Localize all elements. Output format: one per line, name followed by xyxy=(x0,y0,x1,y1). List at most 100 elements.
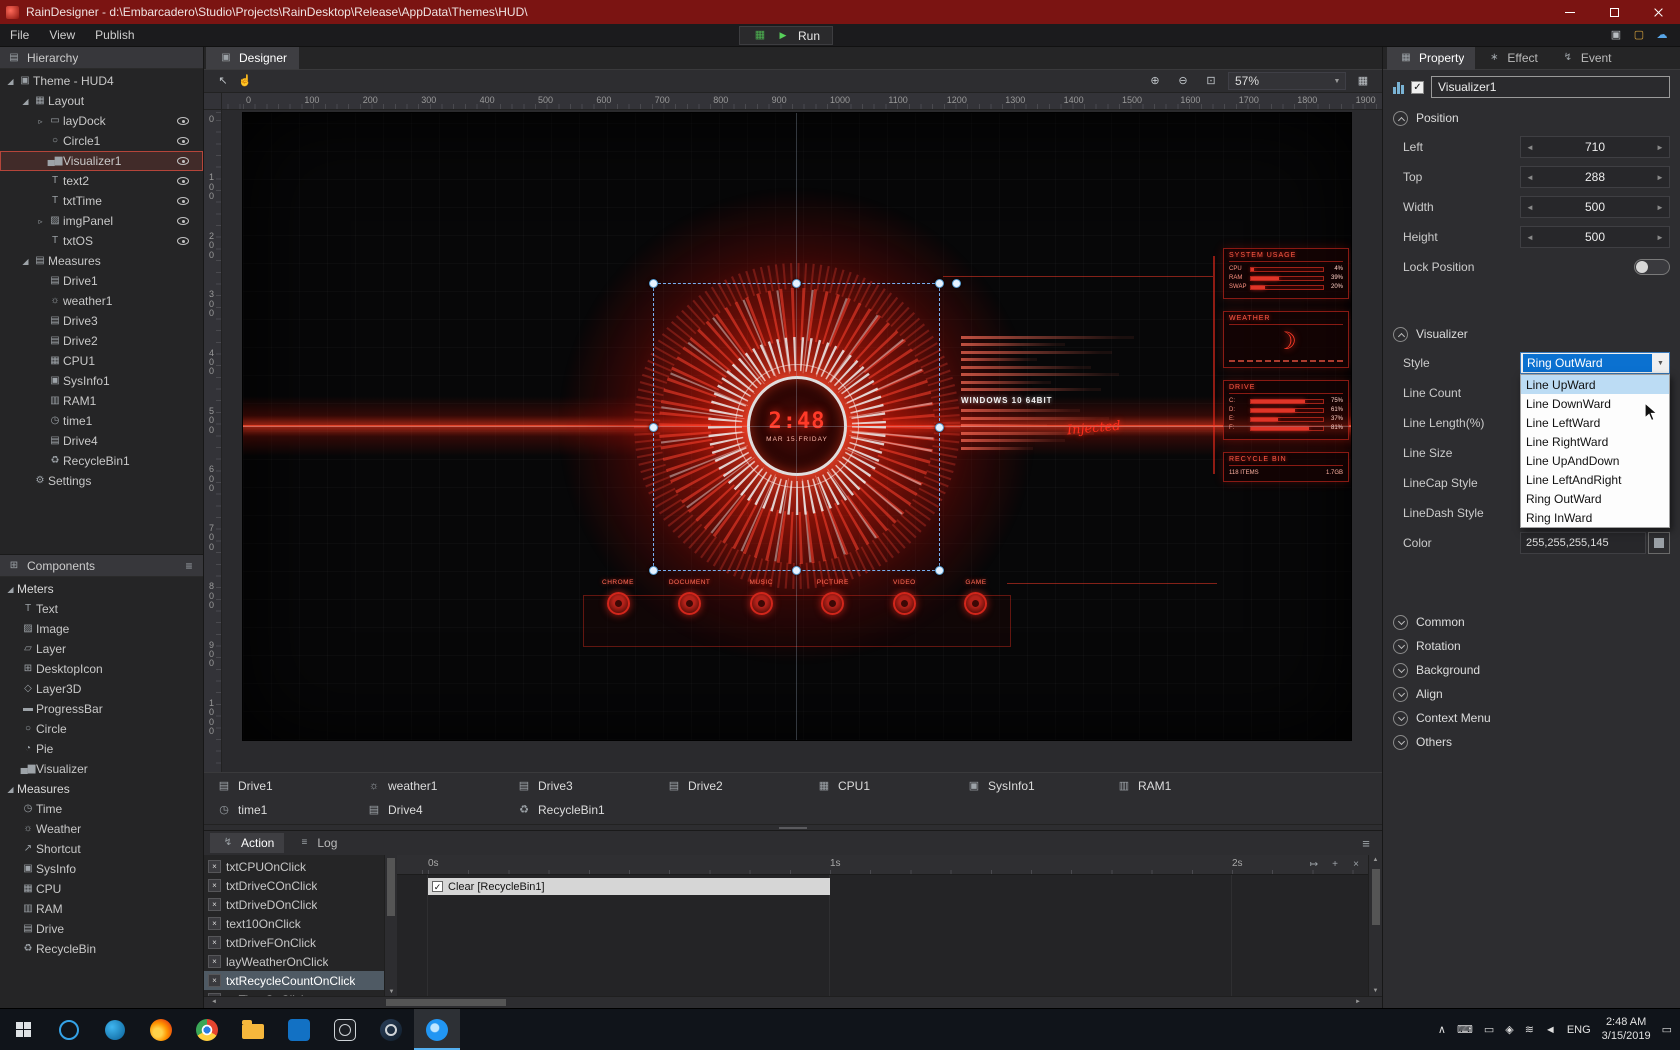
measure-chip-weather1[interactable]: ☼weather1 xyxy=(366,779,516,793)
eye-icon[interactable] xyxy=(177,117,189,125)
style-option-line-leftward[interactable]: Line LeftWard xyxy=(1521,413,1669,432)
section-others[interactable]: Others xyxy=(1383,730,1680,754)
eye-icon[interactable] xyxy=(177,137,189,145)
grid-toggle-icon[interactable]: ▦ xyxy=(1352,76,1374,87)
action-menu-icon[interactable]: ≡ xyxy=(1358,837,1374,850)
component-pie[interactable]: ◔Pie xyxy=(0,739,203,759)
zoom-level-select[interactable]: 57% ▼ xyxy=(1228,72,1346,90)
action-txtdriveconclick[interactable]: ×txtDriveCOnClick xyxy=(204,876,384,895)
selection-rectangle[interactable] xyxy=(653,283,940,571)
section-background[interactable]: Background xyxy=(1383,658,1680,682)
component-weather[interactable]: ☼Weather xyxy=(0,819,203,839)
spin-decrement-icon[interactable]: ◄ xyxy=(1521,203,1539,212)
spinner-height[interactable]: ◄500► xyxy=(1520,226,1670,248)
tree-item-drive2[interactable]: ▤Drive2 xyxy=(0,331,203,351)
open-folder-icon[interactable]: ▢ xyxy=(1629,30,1649,41)
action-hscrollbar[interactable]: ◄ ► xyxy=(204,996,1382,1008)
style-option-ring-inward[interactable]: Ring InWard xyxy=(1521,508,1669,527)
event-checkbox[interactable]: ✓ xyxy=(432,881,443,892)
selection-handle[interactable] xyxy=(792,279,801,288)
selection-handle[interactable] xyxy=(649,279,658,288)
spinner-width[interactable]: ◄500► xyxy=(1520,196,1670,218)
scroll-right-icon[interactable]: ► xyxy=(1350,999,1366,1005)
tree-item-txttime[interactable]: TtxtTime xyxy=(0,191,203,211)
volume-icon[interactable]: ◄ xyxy=(1545,1024,1556,1036)
add-action-icon[interactable]: + xyxy=(1327,860,1343,870)
component-image[interactable]: ▨Image xyxy=(0,619,203,639)
tree-item-laydock[interactable]: ▹▭layDock xyxy=(0,111,203,131)
rotation-handle[interactable] xyxy=(952,279,961,288)
collapse-arrow-icon[interactable]: ▹ xyxy=(34,217,47,226)
tree-item-drive3[interactable]: ▤Drive3 xyxy=(0,311,203,331)
chevron-up-icon[interactable]: ∧ xyxy=(1438,1023,1446,1036)
language-indicator[interactable]: ENG xyxy=(1567,1024,1591,1036)
zoom-out-icon[interactable]: ⊖ xyxy=(1172,76,1194,87)
action-txtcpuonclick[interactable]: ×txtCPUOnClick xyxy=(204,857,384,876)
component-circle[interactable]: ○Circle xyxy=(0,719,203,739)
run-button[interactable]: Run xyxy=(798,29,820,43)
section-align[interactable]: Align xyxy=(1383,682,1680,706)
element-enabled-checkbox[interactable]: ✓ xyxy=(1411,81,1424,94)
tree-item-cpu1[interactable]: ▦CPU1 xyxy=(0,351,203,371)
component-recyclebin[interactable]: ♻RecycleBin xyxy=(0,939,203,959)
dock-item-chrome[interactable]: CHROME xyxy=(589,579,647,615)
timeline-event[interactable]: ✓ Clear [RecycleBin1] xyxy=(428,878,830,895)
tab-action[interactable]: ↯Action xyxy=(210,833,284,853)
taskbar-camera-icon[interactable] xyxy=(322,1009,368,1050)
menu-file[interactable]: File xyxy=(0,24,39,46)
tab-effect[interactable]: ∗Effect xyxy=(1475,47,1548,70)
measure-chip-sysinfo1[interactable]: ▣SysInfo1 xyxy=(966,779,1116,793)
section-rotation[interactable]: Rotation xyxy=(1383,634,1680,658)
section-context-menu[interactable]: Context Menu xyxy=(1383,706,1680,730)
taskbar-firefox-icon[interactable] xyxy=(138,1009,184,1050)
action-list-scrollbar[interactable]: ▼ xyxy=(384,855,397,996)
tree-item-drive1[interactable]: ▤Drive1 xyxy=(0,271,203,291)
component-sysinfo[interactable]: ▣SysInfo xyxy=(0,859,203,879)
tree-item-measures[interactable]: ◢▤Measures xyxy=(0,251,203,271)
panel-splitter[interactable] xyxy=(204,824,1382,830)
action-txtdrivefonclick[interactable]: ×txtDriveFOnClick xyxy=(204,933,384,952)
measure-chip-ram1[interactable]: ▥RAM1 xyxy=(1116,779,1266,793)
tree-item-layout[interactable]: ◢▦Layout xyxy=(0,91,203,111)
tree-item-ram1[interactable]: ▥RAM1 xyxy=(0,391,203,411)
style-option-line-downward[interactable]: Line DownWard xyxy=(1521,394,1669,413)
lock-position-toggle[interactable] xyxy=(1634,259,1670,275)
taskbar-steam-icon[interactable] xyxy=(368,1009,414,1050)
eye-icon[interactable] xyxy=(177,197,189,205)
chevron-down-icon[interactable]: ▼ xyxy=(1652,360,1669,367)
tree-item-sysinfo1[interactable]: ▣SysInfo1 xyxy=(0,371,203,391)
component-text[interactable]: TText xyxy=(0,599,203,619)
component-shortcut[interactable]: ↗Shortcut xyxy=(0,839,203,859)
section-common[interactable]: Common xyxy=(1383,610,1680,634)
measure-chip-cpu1[interactable]: ▦CPU1 xyxy=(816,779,966,793)
component-group-measures[interactable]: ◢Measures xyxy=(0,779,203,799)
scrollbar-thumb[interactable] xyxy=(387,858,395,916)
battery-icon[interactable]: ▭ xyxy=(1484,1023,1494,1036)
canvas-wallpaper[interactable]: 2:48 MAR 15.FRIDAY WINDOWS 10 64BIT Inje… xyxy=(243,113,1351,740)
style-select[interactable]: Ring OutWard ▼ Line UpWardLine DownWardL… xyxy=(1520,352,1670,374)
tree-item-visualizer1[interactable]: ▄▆Visualizer1 xyxy=(0,151,203,171)
shield-icon[interactable]: ◈ xyxy=(1505,1023,1513,1036)
scroll-left-icon[interactable]: ◄ xyxy=(206,999,222,1005)
tab-property[interactable]: ▦Property xyxy=(1387,47,1475,70)
eye-icon[interactable] xyxy=(177,177,189,185)
component-time[interactable]: ◷Time xyxy=(0,799,203,819)
style-option-line-upward[interactable]: Line UpWard xyxy=(1521,375,1669,394)
taskbar-code-icon[interactable] xyxy=(276,1009,322,1050)
action-txtdrivedonclick[interactable]: ×txtDriveDOnClick xyxy=(204,895,384,914)
save-icon[interactable]: ▣ xyxy=(1606,30,1626,41)
color-value-input[interactable]: 255,255,255,145 xyxy=(1520,532,1646,554)
maximize-button[interactable] xyxy=(1592,0,1636,24)
close-button[interactable] xyxy=(1636,0,1680,24)
minimize-button[interactable] xyxy=(1548,0,1592,24)
zoom-in-icon[interactable]: ⊕ xyxy=(1144,76,1166,87)
menu-view[interactable]: View xyxy=(39,24,85,46)
scroll-up-icon[interactable]: ▲ xyxy=(1368,857,1383,863)
delete-action-icon[interactable]: × xyxy=(1348,860,1364,870)
measure-chip-time1[interactable]: ◷time1 xyxy=(216,803,366,817)
selection-handle[interactable] xyxy=(649,566,658,575)
tree-item-txtos[interactable]: TtxtOS xyxy=(0,231,203,251)
publish-cloud-icon[interactable]: ☁ xyxy=(1652,30,1672,41)
timeline-vscrollbar[interactable]: ▲ ▼ xyxy=(1368,855,1382,996)
timeline[interactable]: ↦ + × 0s1s2s ✓ Clear [RecycleBin1] ▲ xyxy=(397,855,1382,996)
